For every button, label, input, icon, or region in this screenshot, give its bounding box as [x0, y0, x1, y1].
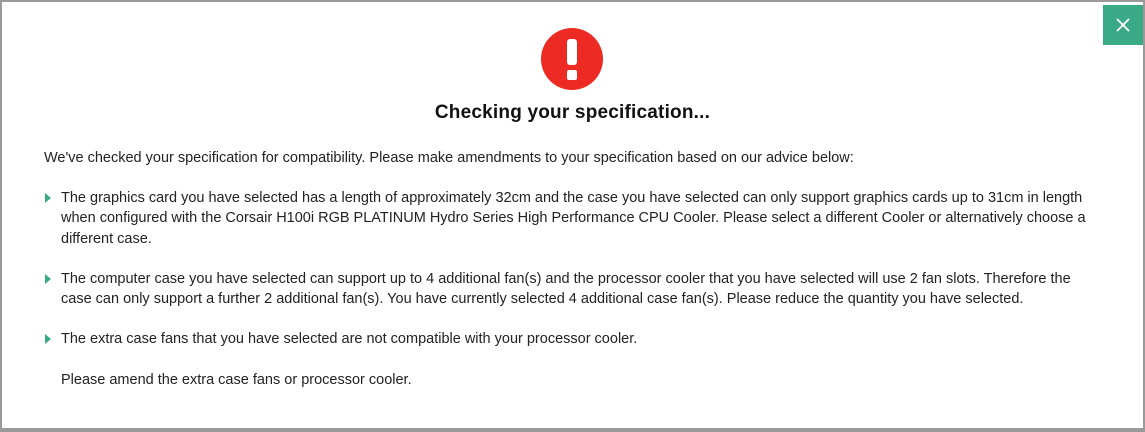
advice-item: The computer case you have selected can … — [44, 269, 1104, 310]
exclamation-circle-icon — [541, 28, 603, 90]
close-button[interactable] — [1103, 5, 1143, 45]
bullet-arrow-icon — [45, 193, 51, 203]
advice-text: The extra case fans that you have select… — [61, 331, 638, 348]
bullet-arrow-icon — [45, 273, 51, 284]
close-icon — [1116, 18, 1130, 32]
advice-text: Please amend the extra case fans or proc… — [61, 371, 412, 388]
intro-text: We've checked your specification for com… — [44, 150, 854, 166]
bullet-arrow-icon — [45, 334, 51, 345]
advice-list: The graphics card you have selected has … — [44, 188, 1104, 410]
advice-item: The graphics card you have selected has … — [44, 188, 1104, 249]
advice-text: The computer case you have selected can … — [61, 270, 1071, 308]
advice-item: The extra case fans that you have select… — [44, 329, 1104, 390]
modal-title: Checking your specification... — [434, 102, 711, 123]
compatibility-modal: Checking your specification... We've che… — [2, 2, 1143, 428]
advice-text: The graphics card you have selected has … — [61, 190, 1086, 247]
